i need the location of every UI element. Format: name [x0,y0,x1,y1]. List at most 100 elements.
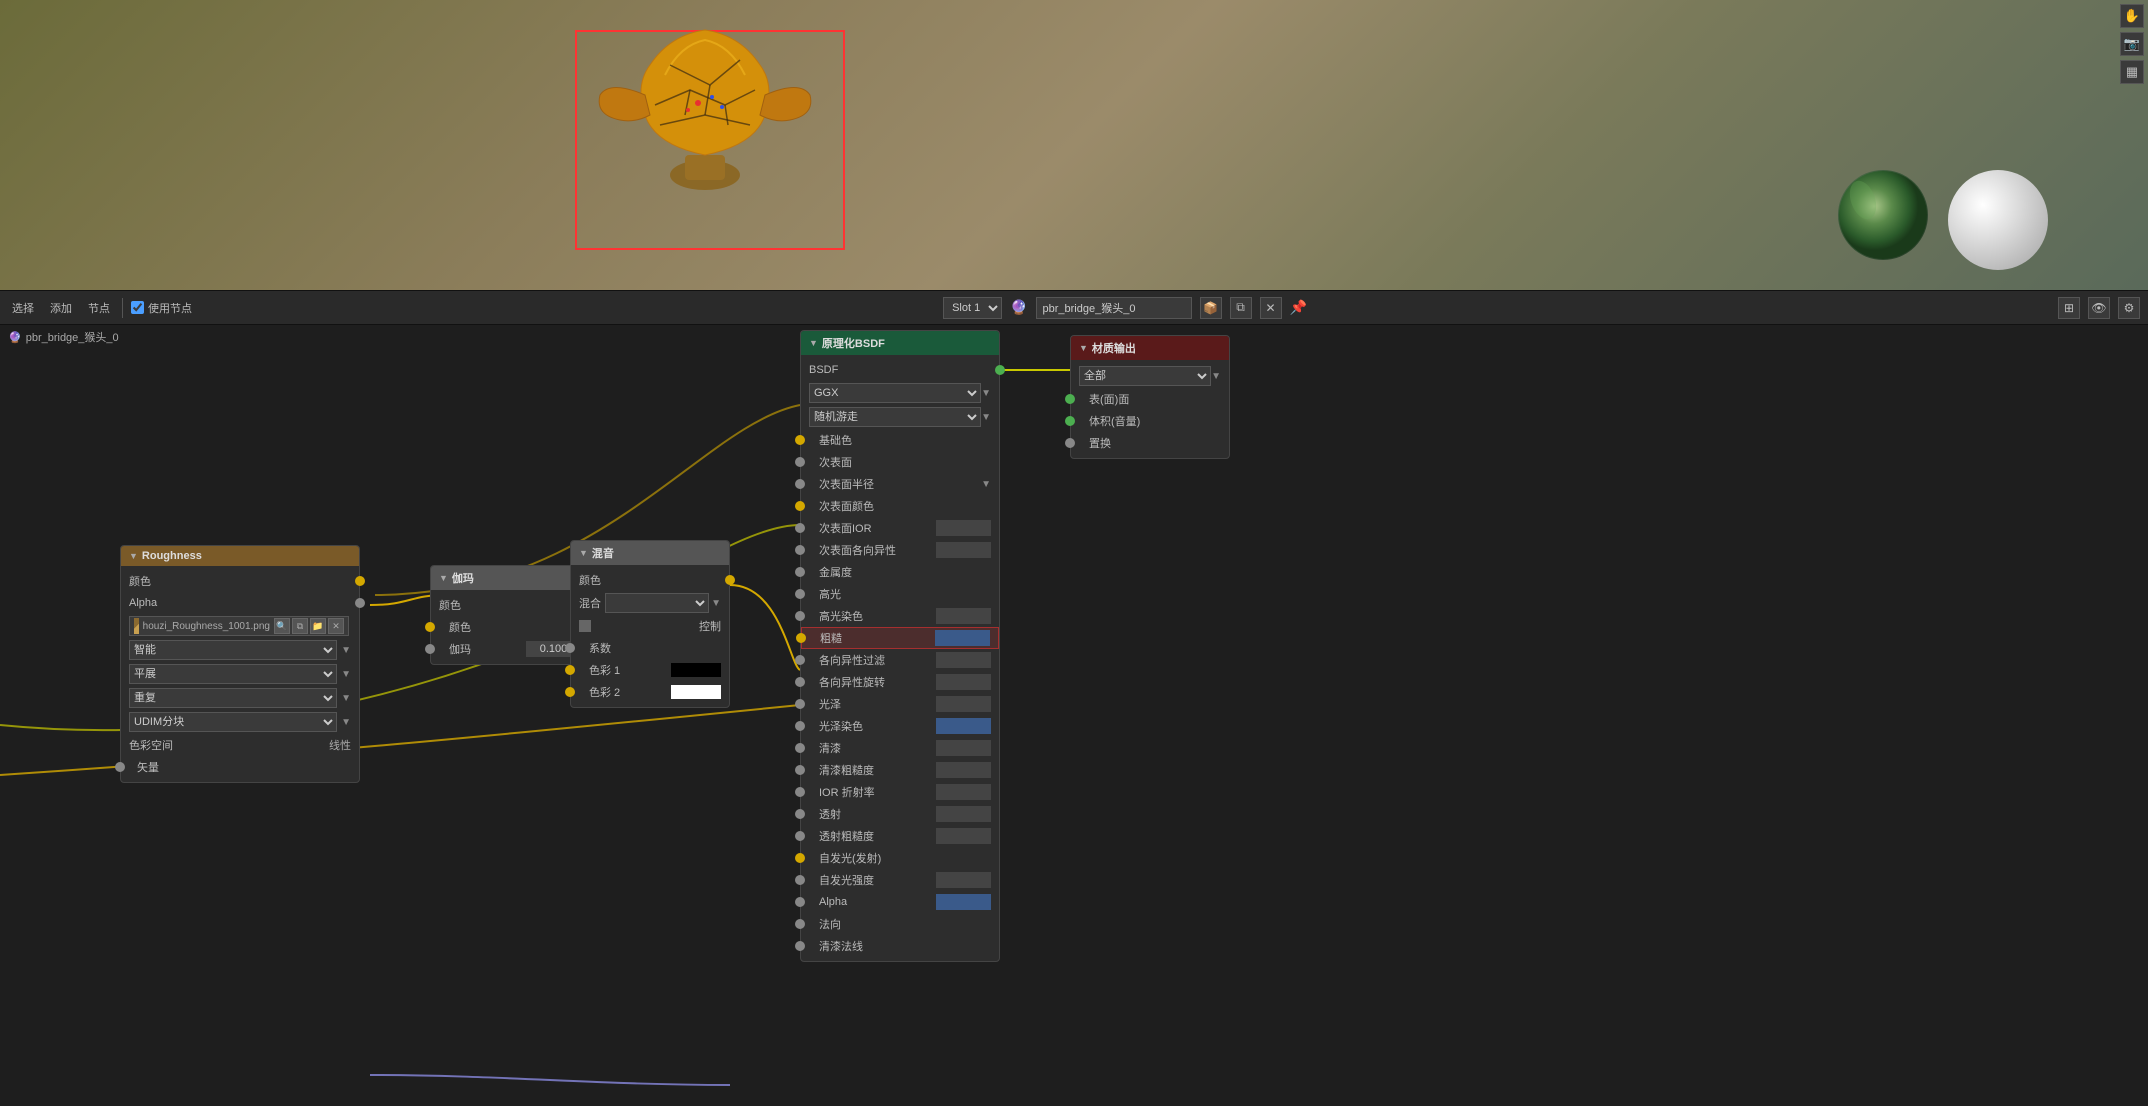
bsdf-subaniso-socket[interactable] [795,545,805,555]
bsdf-anisotrop-rot-socket[interactable] [795,677,805,687]
mix-node-header[interactable]: ▼ 混音 [571,541,729,565]
bsdf-clearcoat-socket[interactable] [795,743,805,753]
add-btn[interactable]: 添加 [46,298,76,318]
bsdf-spectint-input[interactable]: 0.000 [936,608,991,624]
bsdf-transrgh-input[interactable]: 0.000 [936,828,991,844]
mix-color2-socket[interactable] [565,687,575,697]
img-folder-btn[interactable]: 📁 [310,618,326,634]
bsdf-subcolor-socket[interactable] [795,501,805,511]
mix-color1-socket[interactable] [565,665,575,675]
bsdf-transrgh-socket[interactable] [795,831,805,841]
view-btn[interactable]: 👁 [2088,297,2110,319]
roughness-vector-row: 矢量 [121,756,359,778]
collapse-mix[interactable]: ▼ [579,548,588,558]
bsdf-subior-input[interactable]: 1.400 [936,520,991,536]
material-name-input[interactable] [1036,297,1192,319]
collapse-roughness[interactable]: ▼ [129,551,138,561]
bsdf-basecolor-socket[interactable] [795,435,805,445]
matout-surface-socket[interactable] [1065,394,1075,404]
bsdf-sheentint-row: 光泽染色 0.500 [801,715,999,737]
grid-icon[interactable]: ▦ [2120,60,2144,84]
render-view-btn[interactable]: 📦 [1200,297,1222,319]
mix-blend-select[interactable] [605,593,709,613]
bsdf-anisotrop-input[interactable]: 0.000 [936,652,991,668]
bsdf-subaniso-input[interactable]: 0.000 [936,542,991,558]
bsdf-clearcoat-input[interactable]: 0.000 [936,740,991,756]
preview-sphere[interactable] [1948,170,2048,270]
bsdf-metallic-socket[interactable] [795,567,805,577]
img-copy-btn[interactable]: ⧉ [292,618,308,634]
bsdf-sheen-input[interactable]: 0.000 [936,696,991,712]
bsdf-alpha-input[interactable]: 1.000 [936,894,991,910]
bsdf-spectint-socket[interactable] [795,611,805,621]
bsdf-sheentint-socket[interactable] [795,721,805,731]
roughness-flat-select[interactable]: 平展 [129,664,337,684]
mix-color2-swatch[interactable] [671,685,721,699]
roughness-image-row: houzi_Roughness_1001.png 🔍 ⧉ 📁 ✕ [121,614,359,638]
roughness-smart-select[interactable]: 智能 [129,640,337,660]
pin-icon[interactable]: 📌 [1290,299,1307,316]
slot-select[interactable]: Slot 1 [943,297,1002,319]
img-remove-btn[interactable]: ✕ [328,618,344,634]
bsdf-ior-input[interactable]: 1.450 [936,784,991,800]
bsdf-normal-socket[interactable] [795,919,805,929]
gamma-node-header[interactable]: ▼ 伽玛 [431,566,589,590]
mix-out-socket[interactable] [725,575,735,585]
bsdf-sheen-socket[interactable] [795,699,805,709]
bsdf-emstr-input[interactable]: 0.000 [936,872,991,888]
bsdf-ior-socket[interactable] [795,787,805,797]
bsdf-clearcoatrgh-input[interactable]: 0.030 [936,762,991,778]
collapse-matout[interactable]: ▼ [1079,343,1088,353]
bsdf-trans-socket[interactable] [795,809,805,819]
matout-disp-socket[interactable] [1065,438,1075,448]
matout-volume-socket[interactable] [1065,416,1075,426]
collapse-gamma[interactable]: ▼ [439,573,448,583]
env-sphere[interactable] [1838,170,1928,260]
bsdf-roughness-socket[interactable] [796,633,806,643]
copy-btn[interactable]: ⧉ [1230,297,1252,319]
mix-factor-socket[interactable] [565,643,575,653]
bsdf-roughness-input[interactable]: 0.500 [935,630,990,646]
gamma-color-in-socket[interactable] [425,622,435,632]
bsdf-subior-socket[interactable] [795,523,805,533]
bsdf-sub-socket[interactable] [795,457,805,467]
gamma-val-socket[interactable] [425,644,435,654]
collapse-bsdf[interactable]: ▼ [809,338,818,348]
roughness-udim-select[interactable]: UDIM分块 [129,712,337,732]
bsdf-alpha-socket[interactable] [795,897,805,907]
vector-in-socket[interactable] [115,762,125,772]
node-editor[interactable]: 🔮 pbr_bridge_猴头_0 ▼ Roughness 颜色 [0,325,2148,1106]
bsdf-sheentint-input[interactable]: 0.500 [936,718,991,734]
snap-btn[interactable]: ⊞ [2058,297,2080,319]
bsdf-emission-socket[interactable] [795,853,805,863]
mix-checkbox[interactable] [579,620,591,632]
settings-btn[interactable]: ⚙ [2118,297,2140,319]
bsdf-out-socket[interactable] [995,365,1005,375]
node-btn[interactable]: 节点 [84,298,114,318]
fake-user-btn[interactable]: ✕ [1260,297,1282,319]
bsdf-trans-input[interactable]: 0.000 [936,806,991,822]
bsdf-anisotrop-rot-input[interactable]: 0.000 [936,674,991,690]
bsdf-subsurface-select[interactable]: 随机游走 [809,407,981,427]
matout-node-header[interactable]: ▼ 材质输出 [1071,336,1229,360]
color-out-socket[interactable] [355,576,365,586]
hand-icon[interactable]: ✋ [2120,4,2144,28]
bsdf-specular-socket[interactable] [795,589,805,599]
bsdf-node-header[interactable]: ▼ 原理化BSDF [801,331,999,355]
img-browse-btn[interactable]: 🔍 [274,618,290,634]
bsdf-dist-select[interactable]: GGX [809,383,981,403]
bsdf-subradius-socket[interactable] [795,479,805,489]
use-nodes-toggle[interactable]: 使用节点 [131,300,192,316]
mix-color1-swatch[interactable] [671,663,721,677]
alpha-out-socket[interactable] [355,598,365,608]
matout-all-select[interactable]: 全部 [1079,366,1211,386]
bsdf-clearcoatrgh-socket[interactable] [795,765,805,775]
roughness-repeat-select[interactable]: 重复 [129,688,337,708]
bsdf-ccnormal-socket[interactable] [795,941,805,951]
bsdf-anisotrop-socket[interactable] [795,655,805,665]
bsdf-emstr-socket[interactable] [795,875,805,885]
roughness-node-header[interactable]: ▼ Roughness [121,546,359,566]
camera-icon[interactable]: 📷 [2120,32,2144,56]
roughness-image-preview[interactable]: houzi_Roughness_1001.png 🔍 ⧉ 📁 ✕ [129,616,349,636]
select-btn[interactable]: 选择 [8,298,38,318]
